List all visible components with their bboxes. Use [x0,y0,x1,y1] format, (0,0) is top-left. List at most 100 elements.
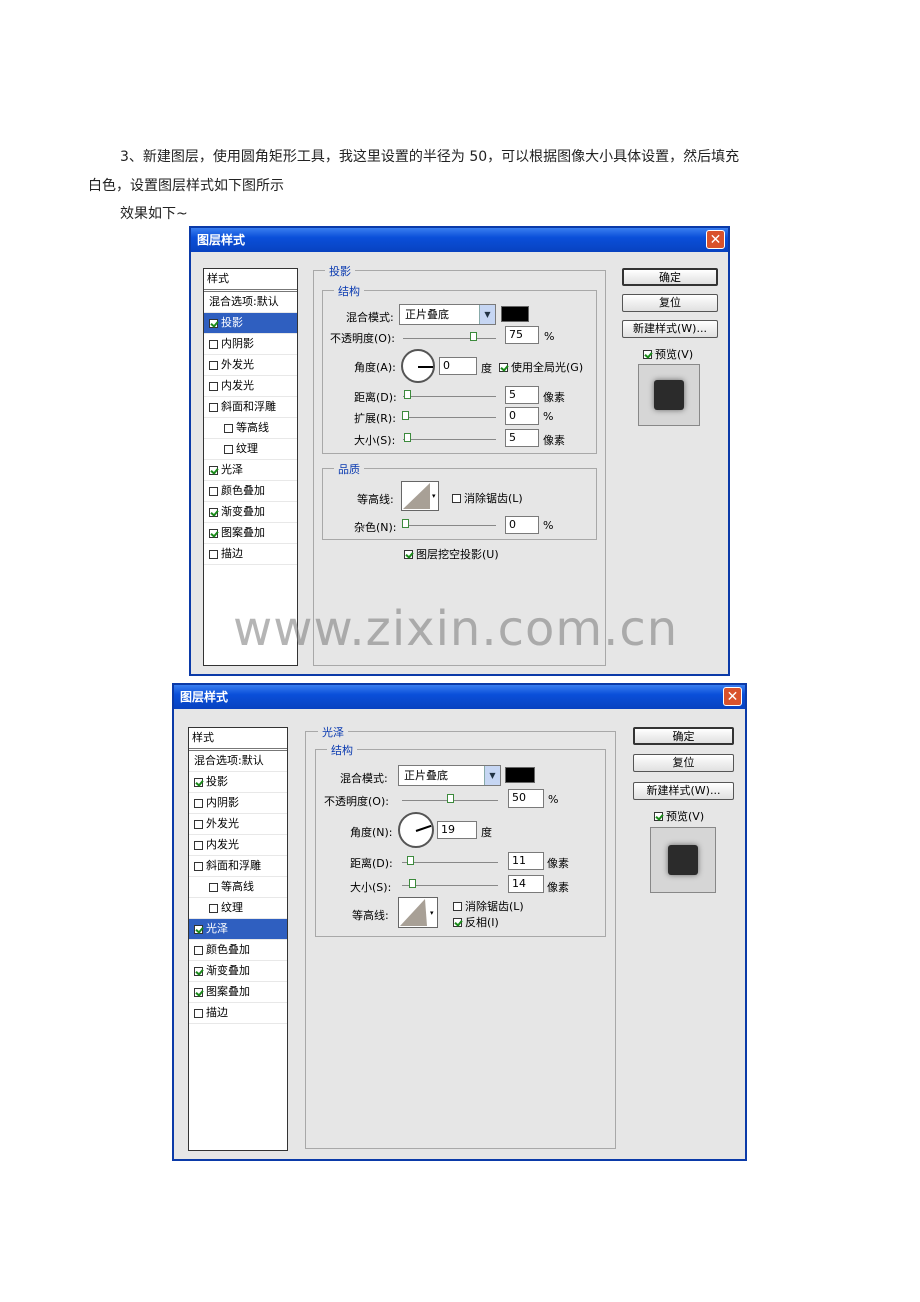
style-item[interactable]: 颜色叠加 [204,481,297,502]
style-item[interactable]: 纹理 [204,439,297,460]
close-icon[interactable]: ✕ [723,687,742,706]
invert-checkbox[interactable]: 反相(I) [453,914,499,930]
style-item[interactable]: 图案叠加 [189,982,287,1003]
style-item-checkbox[interactable] [209,528,218,538]
antialias-checkbox[interactable]: 消除锯齿(L) [453,898,524,914]
style-item[interactable]: 斜面和浮雕 [189,856,287,877]
size-slider-track[interactable] [403,439,496,440]
style-item[interactable]: 内阴影 [204,334,297,355]
blend-mode-select[interactable]: 正片叠底 ▼ [399,304,496,325]
opacity-slider-thumb[interactable] [469,332,477,341]
angle-dial[interactable] [401,349,435,383]
style-item[interactable]: 描边 [204,544,297,565]
distance-slider-thumb[interactable] [407,856,414,865]
style-item[interactable]: 斜面和浮雕 [204,397,297,418]
style-item-checkbox[interactable] [209,507,218,517]
style-item[interactable]: 混合选项:默认 [189,751,287,772]
distance-slider-thumb[interactable] [404,390,411,399]
styles-list: 样式 混合选项:默认 投影 内阴影 外发光 内发光 斜面和浮雕 等高线 纹理 光泽 颜色叠加 渐变叠… [188,727,288,1151]
opacity-slider-thumb[interactable] [447,794,454,803]
contour-picker[interactable]: ▾ [401,481,439,511]
ok-button[interactable]: 确定 [633,727,734,745]
distance-slider-track[interactable] [403,396,496,397]
style-item[interactable]: 混合选项:默认 [204,292,297,313]
size-input[interactable]: 14 [508,875,544,893]
noise-input[interactable]: 0 [505,516,539,534]
angle-input[interactable]: 0 [439,357,477,375]
new-style-button[interactable]: 新建样式(W)... [622,320,718,338]
opacity-input[interactable]: 75 [505,326,539,344]
noise-slider-thumb[interactable] [402,519,409,528]
style-item-checkbox[interactable] [194,966,203,976]
angle-input[interactable]: 19 [437,821,477,839]
spread-slider-track[interactable] [403,417,496,418]
style-item-checkbox[interactable] [194,777,203,787]
close-icon[interactable]: ✕ [706,230,725,249]
shadow-color-swatch[interactable] [501,306,529,322]
style-item-checkbox[interactable] [194,924,203,934]
spread-input[interactable]: 0 [505,407,539,425]
style-item[interactable]: 光泽 [189,919,287,940]
paragraph-line-1: 3、新建图层，使用圆角矩形工具，我这里设置的半径为 50，可以根据图像大小具体设… [120,149,740,165]
size-slider-thumb[interactable] [409,879,416,888]
style-item-checkbox[interactable] [194,840,203,850]
style-item[interactable]: 外发光 [189,814,287,835]
style-item[interactable]: 外发光 [204,355,297,376]
style-item-checkbox[interactable] [194,945,203,955]
reset-button[interactable]: 复位 [622,294,718,312]
style-item-checkbox[interactable] [224,444,233,454]
style-item[interactable]: 等高线 [204,418,297,439]
style-item-checkbox[interactable] [224,423,233,433]
angle-dial[interactable] [398,812,434,848]
preview-checkbox[interactable]: 预览(V) [643,346,693,362]
new-style-button[interactable]: 新建样式(W)... [633,782,734,800]
reset-button[interactable]: 复位 [633,754,734,772]
style-item-checkbox[interactable] [209,486,218,496]
noise-slider-track[interactable] [403,525,496,526]
style-item-checkbox[interactable] [209,549,218,559]
style-item[interactable]: 光泽 [204,460,297,481]
style-item-checkbox[interactable] [209,318,218,328]
style-item[interactable]: 纹理 [189,898,287,919]
spread-slider-thumb[interactable] [402,411,409,420]
size-slider-track[interactable] [402,885,498,886]
style-item[interactable]: 渐变叠加 [204,502,297,523]
style-item-checkbox[interactable] [209,360,218,370]
style-item[interactable]: 颜色叠加 [189,940,287,961]
style-item-checkbox[interactable] [194,1008,203,1018]
style-item[interactable]: 内阴影 [189,793,287,814]
opacity-input[interactable]: 50 [508,789,544,808]
distance-input[interactable]: 5 [505,386,539,404]
preview-checkbox[interactable]: 预览(V) [654,808,704,824]
style-item-checkbox[interactable] [209,465,218,475]
opacity-slider-track[interactable] [403,338,496,339]
blend-mode-select[interactable]: 正片叠底 ▼ [398,765,501,786]
style-item[interactable]: 图案叠加 [204,523,297,544]
style-item[interactable]: 等高线 [189,877,287,898]
style-item-checkbox[interactable] [194,987,203,997]
distance-slider-track[interactable] [402,862,498,863]
style-item-checkbox[interactable] [194,798,203,808]
antialias-checkbox[interactable]: 消除锯齿(L) [452,490,523,506]
size-slider-thumb[interactable] [404,433,411,442]
style-item-checkbox[interactable] [209,882,218,892]
style-item-checkbox[interactable] [209,381,218,391]
satin-color-swatch[interactable] [505,767,535,783]
size-input[interactable]: 5 [505,429,539,447]
style-item-checkbox[interactable] [209,339,218,349]
style-item-checkbox[interactable] [194,819,203,829]
global-light-checkbox[interactable]: 使用全局光(G) [499,359,583,375]
style-item-checkbox[interactable] [209,903,218,913]
style-item[interactable]: 内发光 [189,835,287,856]
style-item-checkbox[interactable] [194,861,203,871]
distance-input[interactable]: 11 [508,852,544,870]
style-item[interactable]: 内发光 [204,376,297,397]
style-item[interactable]: 投影 [204,313,297,334]
style-item[interactable]: 渐变叠加 [189,961,287,982]
style-item-checkbox[interactable] [209,402,218,412]
ok-button[interactable]: 确定 [622,268,718,286]
style-item[interactable]: 描边 [189,1003,287,1024]
style-item[interactable]: 投影 [189,772,287,793]
knockout-checkbox[interactable]: 图层挖空投影(U) [404,546,499,562]
contour-picker[interactable]: ▾ [398,897,438,928]
